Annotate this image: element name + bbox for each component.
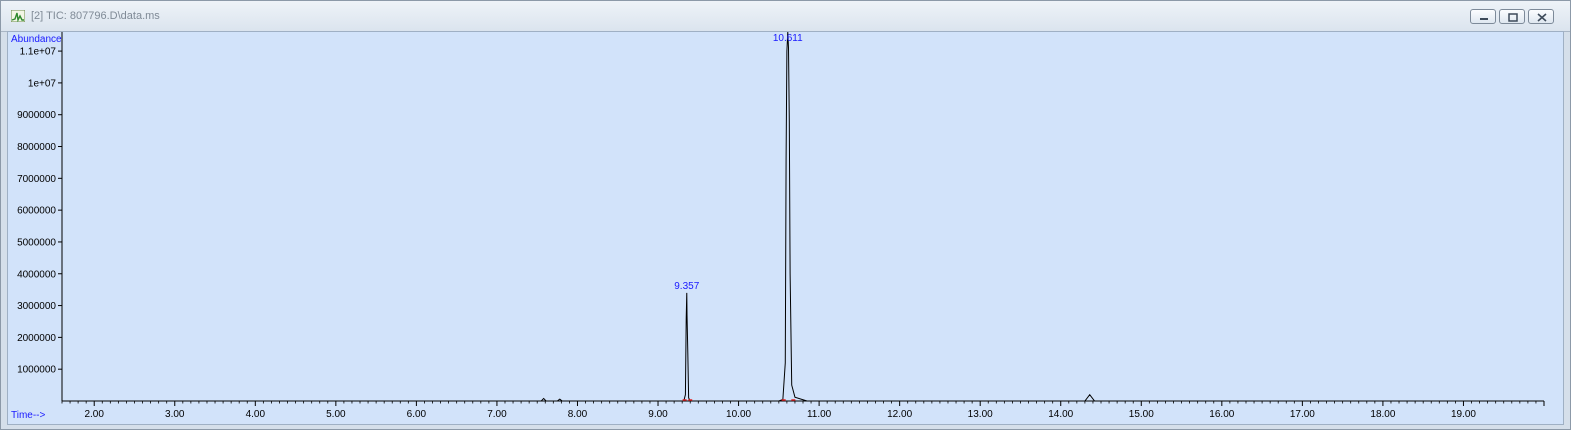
window-title: [2] TIC: 807796.D\data.ms — [31, 10, 160, 22]
close-button[interactable] — [1528, 9, 1554, 24]
y-tick-label: 5000000 — [17, 237, 56, 248]
x-tick-label: 17.00 — [1290, 409, 1315, 420]
x-tick-label: 4.00 — [246, 409, 266, 420]
x-tick-label: 18.00 — [1370, 409, 1395, 420]
y-tick-label: 8000000 — [17, 142, 56, 153]
x-tick-label: 8.00 — [568, 409, 588, 420]
x-tick-label: 11.00 — [807, 409, 832, 420]
x-tick-label: 10.00 — [726, 409, 751, 420]
x-tick-label: 15.00 — [1129, 409, 1154, 420]
tic-chromatogram-chart[interactable]: Abundance Time--> 1000000 2000000 3000000 4… — [8, 31, 1563, 424]
x-tick-label: 6.00 — [407, 409, 427, 420]
y-tick-label: 9000000 — [17, 110, 56, 121]
tic-trace-line — [62, 31, 1544, 402]
close-icon — [1537, 13, 1547, 22]
y-tick-label: 2000000 — [17, 333, 56, 344]
y-tick-label: 3000000 — [17, 301, 56, 312]
y-tick-label: 6000000 — [17, 206, 56, 217]
y-tick-label: 4000000 — [17, 269, 56, 280]
y-tick-label: 1e+07 — [28, 78, 57, 89]
title-bar[interactable]: [2] TIC: 807796.D\data.ms — [1, 1, 1570, 32]
x-tick-label: 5.00 — [326, 409, 346, 420]
y-axis-label: Abundance — [11, 34, 62, 45]
y-tick-label: 1000000 — [17, 365, 56, 376]
peak-retention-label[interactable]: 10.611 — [773, 33, 803, 44]
peak-retention-label[interactable]: 9.357 — [674, 281, 699, 292]
x-tick-label: 7.00 — [487, 409, 507, 420]
x-tick-label: 12.00 — [887, 409, 912, 420]
y-tick-label: 7000000 — [17, 174, 56, 185]
x-tick-label: 14.00 — [1048, 409, 1073, 420]
y-tick-label: 1.1e+07 — [20, 47, 57, 58]
chromatogram-app-icon — [11, 10, 25, 22]
x-tick-label: 9.00 — [648, 409, 668, 420]
chromatogram-window: [2] TIC: 807796.D\data.ms Abundance Time… — [0, 0, 1571, 430]
restore-button[interactable] — [1499, 9, 1525, 24]
x-tick-label: 16.00 — [1209, 409, 1234, 420]
x-tick-label: 19.00 — [1451, 409, 1476, 420]
x-tick-label: 3.00 — [165, 409, 185, 420]
minimize-button[interactable] — [1470, 9, 1496, 24]
minimize-icon — [1480, 18, 1488, 20]
restore-icon — [1508, 13, 1518, 22]
chromatogram-plot-area[interactable]: Abundance Time--> 1000000 2000000 3000000 4… — [7, 31, 1564, 425]
x-tick-label: 13.00 — [968, 409, 993, 420]
x-tick-label: 2.00 — [84, 409, 104, 420]
x-axis-label: Time--> — [11, 410, 46, 421]
